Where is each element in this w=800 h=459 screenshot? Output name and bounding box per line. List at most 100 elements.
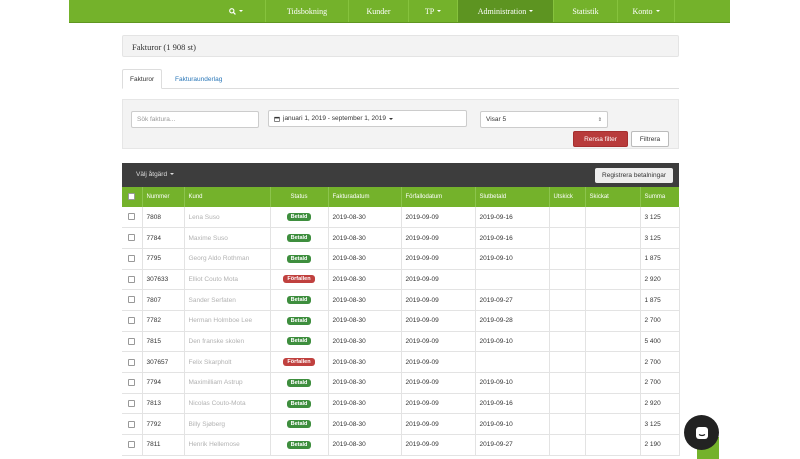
nav-search[interactable] [207, 0, 265, 22]
column-header[interactable]: Förfallodatum [401, 187, 476, 207]
show-count-select[interactable]: Visar 5 ⇕ [480, 111, 608, 128]
status-cell: Betald [270, 434, 329, 456]
date-range-value: januari 1, 2019 - september 1, 2019 [283, 115, 386, 122]
nav-item-statistik[interactable]: Statistik [553, 0, 617, 22]
table-row[interactable]: 7807 Sander Serfaten Betald 2019-08-30 2019-… [122, 289, 680, 311]
status-cell: Betald [270, 413, 329, 436]
date-range-picker[interactable]: januari 1, 2019 - september 1, 2019 [268, 110, 467, 127]
row-checkbox[interactable] [122, 227, 143, 249]
tab-bar: Fakturor Fakturaunderlag [122, 67, 679, 89]
checkbox[interactable] [128, 255, 136, 263]
select-all-checkbox[interactable] [122, 187, 143, 207]
checkbox[interactable] [128, 213, 136, 221]
customer-name: Georg Aldo Rothman [184, 248, 271, 270]
table-row[interactable]: 7784 Maxime Suso Betald 2019-08-30 2019-09-0… [122, 227, 680, 249]
checkbox[interactable] [128, 379, 136, 387]
due-date: 2019-09-09 [401, 393, 476, 415]
register-payments-button[interactable]: Registrera betalningar [595, 168, 673, 183]
table-row[interactable]: 307657 Felix Skarpholt Förfallen 2019-08-30… [122, 351, 680, 373]
nav-item-kunder[interactable]: Kunder [348, 0, 408, 22]
checkbox[interactable] [128, 337, 136, 345]
paid-date: 2019-09-10 [475, 248, 550, 270]
page-title-bar: Fakturor (1 908 st) [122, 35, 679, 57]
row-checkbox[interactable] [122, 248, 143, 270]
page-title: Fakturor (1 908 st) [132, 42, 196, 52]
checkbox[interactable] [128, 296, 136, 304]
sent-cell [585, 310, 641, 332]
paid-date: 2019-09-27 [475, 289, 550, 311]
invoice-number: 7815 [142, 331, 185, 353]
column-header[interactable]: Status [270, 187, 329, 207]
status-cell: Förfallen [270, 269, 329, 291]
nav-item-administration[interactable]: Administration [457, 0, 553, 22]
row-checkbox[interactable] [122, 289, 143, 311]
sent-cell [585, 351, 641, 373]
table-row[interactable]: 7813 Nicolas Couto-Mota Betald 2019-08-30 20… [122, 393, 680, 415]
table-row[interactable]: 307633 Elliot Couto Mota Förfallen 2019-08-… [122, 269, 680, 291]
invoice-sum: 2 920 [640, 269, 680, 291]
invoice-date: 2019-08-30 [328, 248, 402, 270]
customer-name: Nicolas Couto-Mota [184, 393, 271, 415]
row-checkbox[interactable] [122, 269, 143, 291]
row-checkbox[interactable] [122, 413, 143, 436]
nav-item-konto[interactable]: Konto [617, 0, 675, 22]
table-row[interactable]: 7782 Herman Holmboe Lee Betald 2019-08-30 20… [122, 310, 680, 332]
due-date: 2019-09-09 [401, 289, 476, 311]
column-header[interactable]: Nummer [142, 187, 185, 207]
column-header[interactable]: Utskick [549, 187, 586, 207]
row-checkbox[interactable] [122, 393, 143, 415]
checkbox[interactable] [128, 358, 136, 366]
checkbox[interactable] [128, 420, 136, 428]
due-date: 2019-09-09 [401, 434, 476, 456]
tab-fakturor[interactable]: Fakturor [122, 69, 163, 89]
status-badge: Förfallen [283, 275, 315, 284]
table-row[interactable]: 7794 Maximilliam Astrup Betald 2019-08-30 20… [122, 372, 680, 394]
choose-action-dropdown[interactable]: Välj åtgärd [136, 171, 175, 178]
row-checkbox[interactable] [122, 351, 143, 373]
row-checkbox[interactable] [122, 331, 143, 353]
checkbox[interactable] [128, 317, 136, 325]
due-date: 2019-09-09 [401, 331, 476, 353]
row-checkbox[interactable] [122, 310, 143, 332]
top-navbar: Tidsbokning Kunder TP Administration Sta… [69, 0, 730, 23]
table-row[interactable]: 7808 Lena Suso Betald 2019-08-30 2019-09-09 2… [122, 207, 680, 229]
row-checkbox[interactable] [122, 372, 143, 394]
invoice-sum: 3 125 [640, 413, 680, 436]
reset-filter-button[interactable]: Rensa filter [573, 131, 628, 147]
table-row[interactable]: 7795 Georg Aldo Rothman Betald 2019-08-30 20… [122, 248, 680, 270]
table-row[interactable]: 7792 Billy Sjøberg Betald 2019-08-30 2019-09… [122, 413, 680, 436]
nav-item-tidsbokning[interactable]: Tidsbokning [265, 0, 348, 22]
checkbox[interactable] [128, 399, 136, 407]
invoice-search-input[interactable]: Sök faktura... [131, 111, 259, 128]
table-row[interactable]: 7815 Den franske skolen Betald 2019-08-30 20… [122, 331, 680, 353]
dispatch-cell [549, 227, 586, 249]
column-header[interactable]: Kund [184, 187, 271, 207]
nav-item-tp[interactable]: TP [408, 0, 457, 22]
row-checkbox[interactable] [122, 434, 143, 456]
invoice-date: 2019-08-30 [328, 413, 402, 436]
tab-fakturaunderlag[interactable]: Fakturaunderlag [168, 69, 229, 89]
filter-button[interactable]: Filtrera [631, 131, 669, 147]
dispatch-cell [549, 289, 586, 311]
checkbox[interactable] [128, 275, 136, 283]
select-arrows-icon: ⇕ [597, 116, 602, 123]
table-row[interactable]: 7811 Henrik Hellemose Betald 2019-08-30 2019… [122, 434, 680, 456]
status-cell: Betald [270, 310, 329, 332]
due-date: 2019-09-09 [401, 248, 476, 270]
chat-launcher-button[interactable] [684, 415, 719, 450]
column-header[interactable]: Skickat [585, 187, 641, 207]
invoice-sum: 2 700 [640, 372, 680, 394]
column-header[interactable]: Summa [640, 187, 679, 207]
column-header[interactable]: Slutbetald [475, 187, 550, 207]
status-cell: Betald [270, 331, 329, 353]
column-header[interactable]: Fakturadatum [328, 187, 402, 207]
paid-date: 2019-09-10 [475, 413, 550, 436]
chevron-down-icon [388, 117, 393, 120]
invoice-sum: 3 125 [640, 227, 680, 249]
status-badge: Betald [286, 440, 312, 449]
checkbox[interactable] [128, 441, 136, 449]
sent-cell [585, 207, 641, 229]
customer-name: Lena Suso [184, 207, 271, 229]
row-checkbox[interactable] [122, 207, 143, 229]
checkbox[interactable] [128, 234, 136, 242]
